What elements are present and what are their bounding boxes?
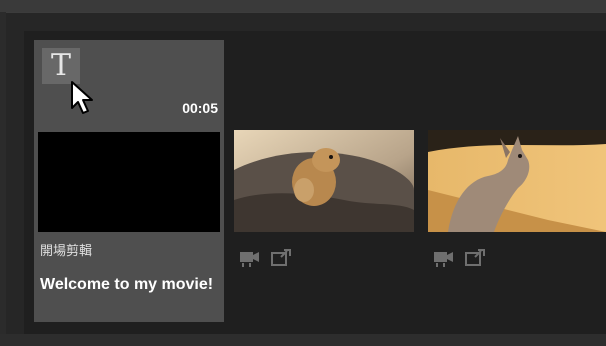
clip-icons-row bbox=[432, 248, 486, 272]
clip-transition-icon[interactable] bbox=[270, 248, 292, 273]
clip-duration: 00:05 bbox=[182, 100, 218, 116]
title-preview-thumbnail[interactable] bbox=[38, 132, 220, 232]
top-toolbar-edge bbox=[0, 0, 606, 12]
title-clip[interactable]: T 00:05 開場剪輯 Welcome to my movie! bbox=[34, 40, 224, 322]
video-camera-icon[interactable] bbox=[238, 248, 262, 273]
title-text-icon[interactable]: T bbox=[42, 48, 80, 84]
video-clip-prairie-dog[interactable] bbox=[234, 130, 414, 232]
clip-transition-icon[interactable] bbox=[464, 248, 486, 273]
video-camera-icon[interactable] bbox=[432, 248, 456, 273]
video-clip-wallaby[interactable] bbox=[428, 130, 606, 232]
clip-icons-row bbox=[238, 248, 292, 272]
bottom-edge bbox=[0, 334, 606, 346]
prairie-dog-thumbnail bbox=[234, 130, 414, 232]
mouse-cursor-icon bbox=[71, 81, 93, 114]
clip-caption: 開場剪輯 bbox=[40, 243, 93, 258]
wallaby-thumbnail bbox=[428, 130, 606, 232]
title-text-content: Welcome to my movie! bbox=[40, 276, 214, 293]
